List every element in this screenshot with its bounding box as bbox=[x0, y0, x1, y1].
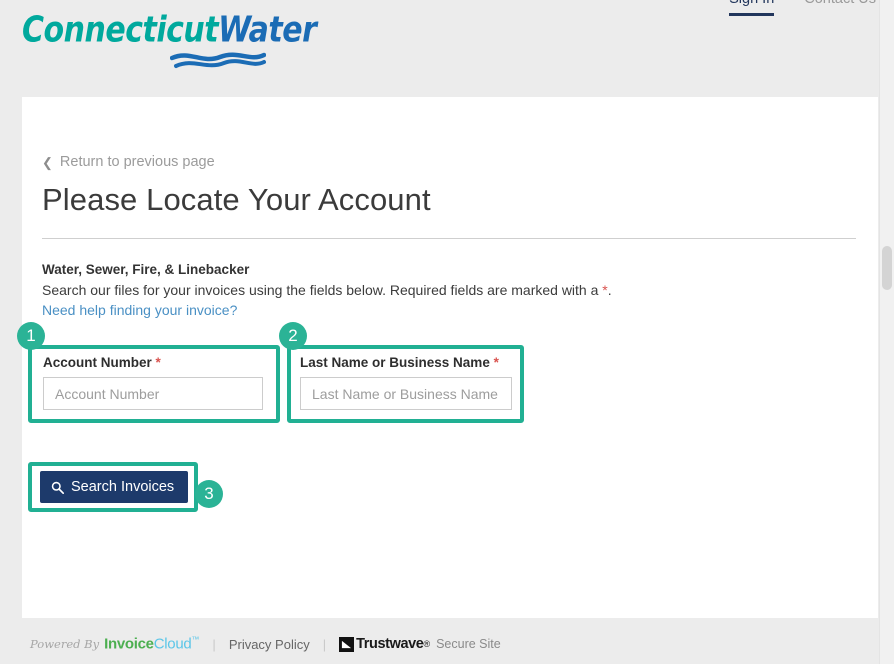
account-number-required-marker: * bbox=[155, 355, 161, 370]
nav-label-contact-us: Contact Us bbox=[804, 0, 876, 7]
logo-text-connecticut: Connecticut bbox=[22, 9, 219, 51]
privacy-policy-link[interactable]: Privacy Policy bbox=[229, 637, 310, 652]
search-icon bbox=[51, 481, 64, 494]
footer-separator-1: | bbox=[212, 636, 216, 652]
annotation-badge-1: 1 bbox=[17, 322, 45, 350]
wave-icon bbox=[170, 52, 266, 68]
instructions-tail: . bbox=[607, 282, 612, 298]
footer-separator-2: | bbox=[322, 636, 327, 652]
invoicecloud-invoice-text: Invoice bbox=[104, 635, 154, 653]
site-header: ConnecticutWater Sign In Contact Us bbox=[0, 0, 894, 97]
service-types-subheading: Water, Sewer, Fire, & Linebacker bbox=[42, 262, 250, 277]
last-name-label-text: Last Name or Business Name bbox=[300, 355, 490, 370]
last-name-required-marker: * bbox=[493, 355, 499, 370]
annotation-badge-3: 3 bbox=[195, 480, 223, 508]
registered-symbol: ® bbox=[423, 639, 431, 649]
search-invoices-button[interactable]: Search Invoices bbox=[40, 471, 189, 503]
connecticut-water-logo[interactable]: ConnecticutWater bbox=[22, 6, 317, 68]
vertical-scrollbar-track[interactable] bbox=[879, 0, 894, 664]
trustwave-icon bbox=[339, 636, 355, 652]
search-invoices-label: Search Invoices bbox=[71, 479, 175, 495]
trustwave-triangle-glyph bbox=[342, 640, 352, 648]
invoicecloud-cloud-text: Cloud bbox=[153, 635, 192, 653]
chevron-left-icon: ❮ bbox=[42, 154, 53, 170]
trademark-symbol: ™ bbox=[191, 634, 200, 644]
instructions-lead: Search our files for your invoices using… bbox=[42, 282, 603, 298]
secure-site-label: Secure Site bbox=[436, 637, 501, 651]
nav-label-sign-in: Sign In bbox=[729, 0, 774, 7]
need-help-finding-invoice-link[interactable]: Need help finding your invoice? bbox=[42, 302, 237, 318]
annotation-badge-2: 2 bbox=[279, 322, 307, 350]
title-divider bbox=[42, 238, 856, 239]
return-to-previous-page-link[interactable]: ❮ Return to previous page bbox=[42, 154, 215, 170]
nav-active-underline bbox=[729, 13, 775, 16]
instructions-text: Search our files for your invoices using… bbox=[42, 282, 612, 298]
top-navigation: Sign In Contact Us bbox=[729, 0, 876, 30]
vertical-scrollbar-thumb[interactable] bbox=[882, 246, 892, 290]
page-title: Please Locate Your Account bbox=[42, 182, 431, 217]
last-name-input[interactable] bbox=[300, 377, 512, 410]
invoicecloud-logo[interactable]: InvoiceCloud™ bbox=[104, 635, 199, 653]
return-link-label: Return to previous page bbox=[59, 154, 215, 170]
nav-item-contact-us[interactable]: Contact Us bbox=[804, 0, 876, 7]
account-number-field-group: Account Number * bbox=[43, 355, 263, 410]
last-name-label: Last Name or Business Name * bbox=[300, 355, 512, 370]
powered-by-label: Powered By bbox=[30, 637, 100, 651]
logo-text-water: Water bbox=[218, 9, 317, 51]
nav-item-sign-in[interactable]: Sign In bbox=[729, 0, 775, 16]
account-number-input[interactable] bbox=[43, 377, 263, 410]
site-footer: Powered By InvoiceCloud™ | Privacy Polic… bbox=[0, 624, 894, 664]
last-name-field-group: Last Name or Business Name * bbox=[300, 355, 512, 410]
trustwave-label: Trustwave bbox=[356, 636, 424, 652]
page-root: ConnecticutWater Sign In Contact Us ❮ Re… bbox=[0, 0, 894, 664]
account-number-label-text: Account Number bbox=[43, 355, 152, 370]
account-number-label: Account Number * bbox=[43, 355, 263, 370]
